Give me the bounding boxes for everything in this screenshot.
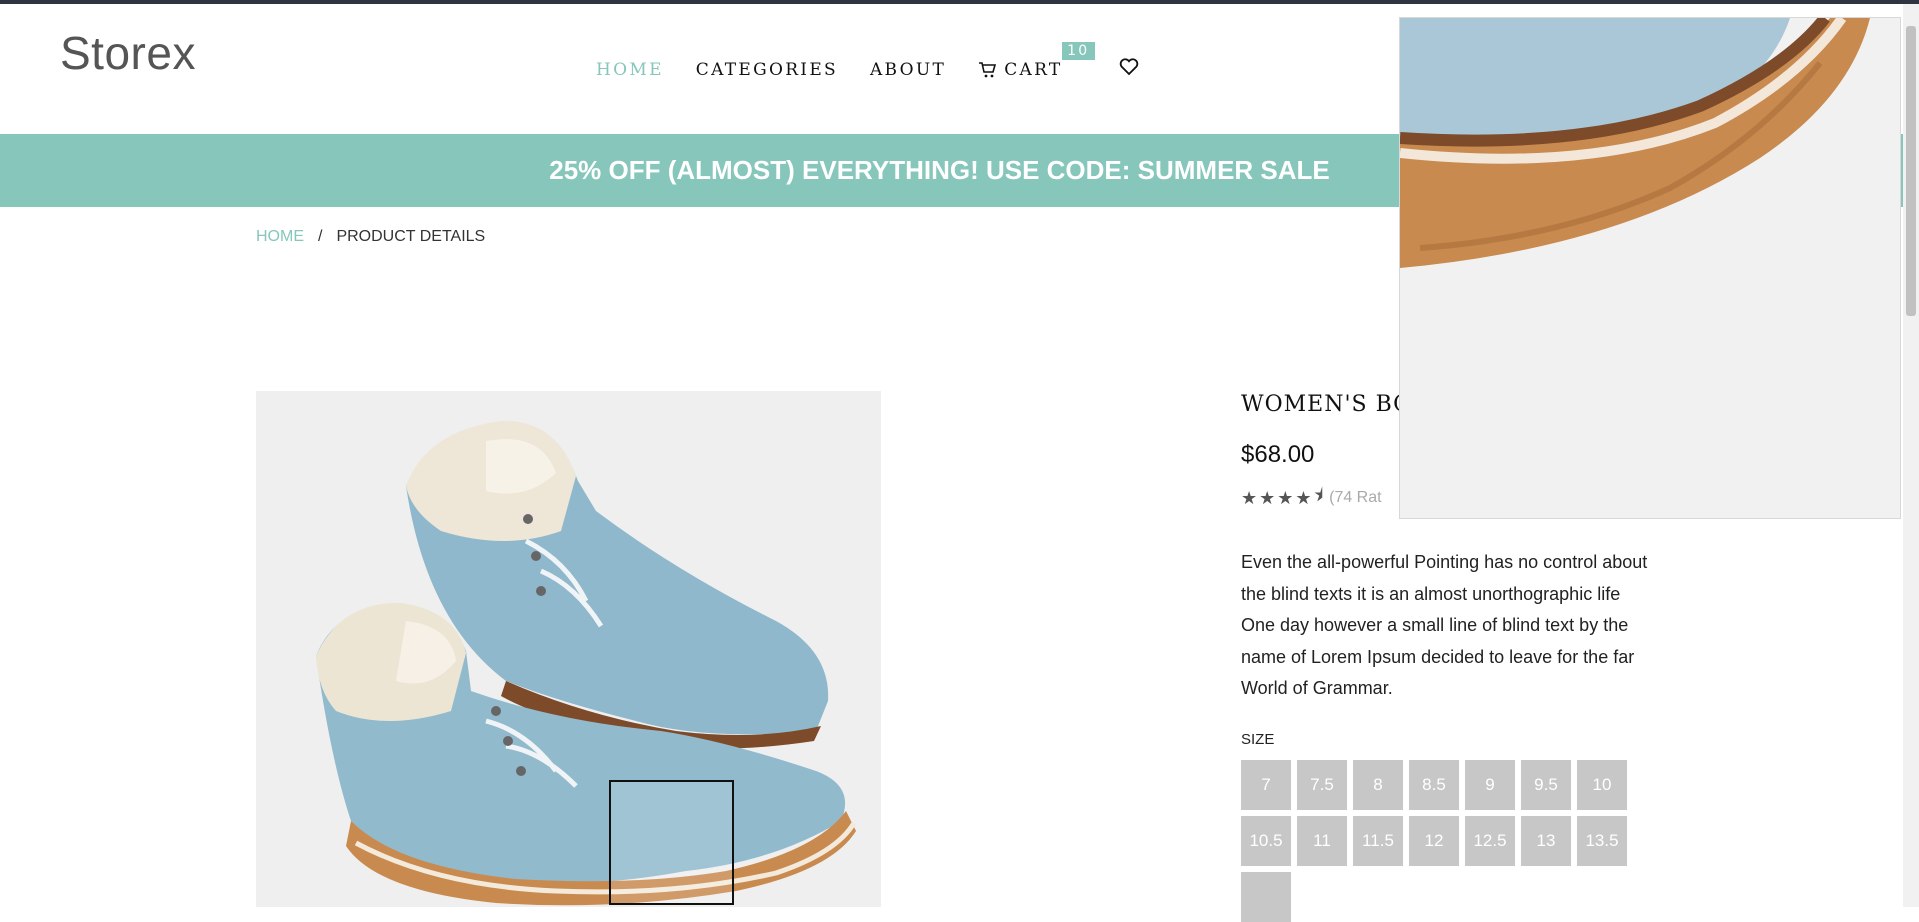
star-half-icon: ⯨ — [1313, 485, 1324, 506]
size-option[interactable]: 11.5 — [1353, 815, 1403, 866]
boots-image — [256, 391, 881, 907]
size-option-partial[interactable] — [1241, 871, 1291, 922]
nav-categories[interactable]: CATEGORIES — [696, 60, 838, 80]
scrollbar-thumb[interactable] — [1906, 26, 1916, 316]
rating-count[interactable]: (74 Rat — [1329, 489, 1381, 507]
size-label: SIZE — [1241, 730, 1275, 748]
size-option[interactable]: 8.5 — [1409, 759, 1459, 810]
size-option[interactable]: 11 — [1297, 815, 1347, 866]
breadcrumb-current: PRODUCT DETAILS — [336, 228, 486, 245]
size-option[interactable]: 8 — [1353, 759, 1403, 810]
breadcrumb: HOME / PRODUCT DETAILS — [256, 228, 485, 246]
main-nav: HOME CATEGORIES ABOUT CART 10 — [596, 41, 1139, 81]
page-scrollbar[interactable] — [1903, 4, 1919, 907]
wishlist-link[interactable] — [1119, 58, 1139, 81]
size-option[interactable]: 9 — [1465, 759, 1515, 810]
brand-logo[interactable]: Storex — [60, 26, 196, 80]
star-icon: ★ — [1295, 487, 1312, 509]
cart-count-badge: 10 — [1062, 41, 1095, 60]
top-border — [0, 0, 1919, 4]
size-option[interactable]: 10.5 — [1241, 815, 1291, 866]
star-icon: ★ — [1259, 487, 1276, 509]
size-option[interactable]: 7.5 — [1297, 759, 1347, 810]
cart-label: CART — [1004, 59, 1063, 80]
cart-icon — [979, 61, 997, 77]
breadcrumb-home[interactable]: HOME — [256, 228, 304, 246]
size-option[interactable]: 13 — [1521, 815, 1571, 866]
size-option[interactable]: 7 — [1241, 759, 1291, 810]
promo-text: 25% OFF (ALMOST) EVERYTHING! USE CODE: S… — [549, 155, 1330, 185]
size-option[interactable]: 12.5 — [1465, 815, 1515, 866]
nav-home[interactable]: HOME — [596, 60, 664, 80]
star-icon: ★ — [1241, 487, 1258, 509]
breadcrumb-separator: / — [318, 228, 323, 245]
zoom-lens[interactable] — [609, 780, 734, 905]
size-options: 7 7.5 8 8.5 9 9.5 10 10.5 11 11.5 12 12.… — [1241, 759, 1641, 922]
size-option[interactable]: 9.5 — [1521, 759, 1571, 810]
size-option[interactable]: 13.5 — [1577, 815, 1627, 866]
product-image[interactable] — [256, 391, 881, 907]
size-option[interactable]: 10 — [1577, 759, 1627, 810]
nav-about[interactable]: ABOUT — [870, 60, 946, 80]
heart-icon — [1119, 58, 1138, 76]
zoom-preview — [1399, 17, 1901, 519]
product-description: Even the all-powerful Pointing has no co… — [1241, 552, 1648, 698]
zoomed-boot-image — [1400, 18, 1900, 518]
size-option[interactable]: 12 — [1409, 815, 1459, 866]
star-icon: ★ — [1277, 487, 1294, 509]
nav-cart[interactable]: CART 10 — [978, 41, 1095, 80]
